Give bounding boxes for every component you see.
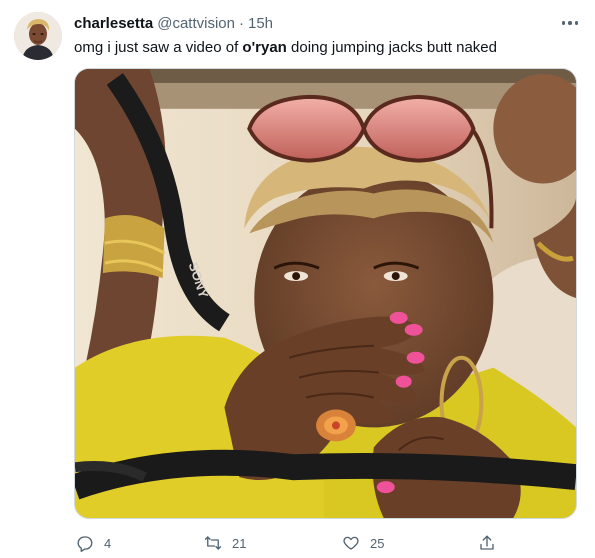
more-horizontal-icon[interactable]	[559, 14, 581, 32]
display-name[interactable]: charlesetta	[74, 14, 153, 34]
reply-count: 4	[104, 535, 112, 551]
reply-icon	[77, 536, 93, 552]
tweet-text-start: omg i just saw a video of	[74, 39, 243, 56]
tweet-text-bold: o'ryan	[242, 39, 287, 56]
tweet-media-image[interactable]: SONY	[74, 68, 577, 519]
share-button[interactable]	[478, 532, 506, 554]
tweet-text: omg i just saw a video of o'ryan doing j…	[74, 38, 579, 58]
tweet-actions: 4 21 25	[74, 532, 514, 554]
tweet-header: charlesetta @cattvision · 15h	[74, 14, 575, 34]
like-button[interactable]: 25	[342, 532, 384, 554]
timestamp[interactable]: 15h	[248, 14, 273, 34]
retweet-icon	[204, 536, 222, 550]
separator-dot: ·	[238, 15, 244, 32]
tweet: charlesetta @cattvision · 15h omg i just…	[0, 0, 595, 558]
share-icon	[480, 535, 494, 550]
tweet-text-end: doing jumping jacks butt naked	[286, 39, 497, 56]
reply-button[interactable]: 4	[76, 532, 111, 554]
heart-icon	[343, 536, 359, 550]
like-count: 25	[370, 535, 385, 551]
avatar[interactable]	[14, 12, 62, 60]
retweet-button[interactable]: 21	[204, 532, 246, 554]
avatar-image	[14, 12, 62, 60]
user-handle[interactable]: @cattvision	[157, 14, 235, 34]
retweet-count: 21	[232, 535, 247, 551]
media-illustration: SONY	[75, 69, 576, 518]
